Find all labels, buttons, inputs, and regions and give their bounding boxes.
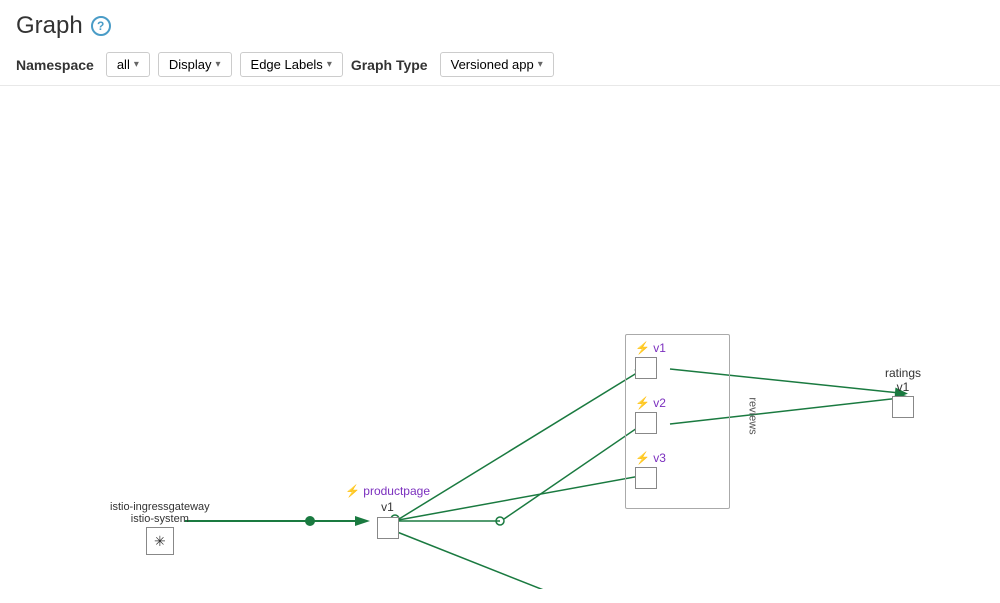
reviews-v3-node[interactable]: ⚡ v3 <box>635 451 666 489</box>
graph-type-label: Graph Type <box>351 57 428 73</box>
ratings-label2: v1 <box>885 380 921 394</box>
display-label: Display <box>169 57 212 72</box>
display-dropdown[interactable]: Display ▾ <box>158 52 232 77</box>
toolbar: Namespace all ▾ Display ▾ Edge Labels ▾ … <box>16 52 984 77</box>
ingress-label2: istio-system <box>110 513 210 525</box>
namespace-value: all <box>117 57 130 72</box>
display-chevron-icon: ▾ <box>216 59 221 70</box>
ingress-node[interactable]: istio-ingressgateway istio-system ✳ <box>110 501 210 555</box>
ratings-node[interactable]: ratings v1 <box>885 366 921 418</box>
help-icon[interactable]: ? <box>91 16 111 36</box>
productpage-label2: v1 <box>381 500 394 514</box>
namespace-label: Namespace <box>16 57 94 73</box>
reviews-v1-node[interactable]: ⚡ v1 <box>635 341 666 379</box>
header: Graph ? Namespace all ▾ Display ▾ Edge L… <box>0 0 1000 86</box>
namespace-chevron-icon: ▾ <box>134 59 139 70</box>
ingress-icon: ✳ <box>154 533 166 550</box>
reviews-v3-box[interactable] <box>635 467 657 489</box>
edge-labels-chevron-icon: ▾ <box>327 59 332 70</box>
reviews-v2-node[interactable]: ⚡ v2 <box>635 396 666 434</box>
namespace-dropdown[interactable]: all ▾ <box>106 52 150 77</box>
ingress-box[interactable]: ✳ <box>146 527 174 555</box>
ingress-label1: istio-ingressgateway <box>110 501 210 513</box>
productpage-node[interactable]: ⚡ productpage v1 <box>345 484 430 539</box>
graph-type-value: Versioned app <box>451 57 534 72</box>
ratings-label1: ratings <box>885 366 921 380</box>
reviews-v1-label: ⚡ v1 <box>635 341 666 355</box>
title-row: Graph ? <box>16 12 984 40</box>
productpage-box[interactable] <box>377 517 399 539</box>
ratings-box[interactable] <box>892 396 914 418</box>
reviews-v3-label: ⚡ v3 <box>635 451 666 465</box>
reviews-v2-box[interactable] <box>635 412 657 434</box>
graph-type-chevron-icon: ▾ <box>538 59 543 70</box>
edge-labels-dropdown[interactable]: Edge Labels ▾ <box>240 52 343 77</box>
page-title: Graph <box>16 12 83 40</box>
reviews-v2-label: ⚡ v2 <box>635 396 666 410</box>
graph-type-dropdown[interactable]: Versioned app ▾ <box>440 52 554 77</box>
edge-labels-label: Edge Labels <box>251 57 323 72</box>
graph-canvas[interactable]: istio-ingressgateway istio-system ✳ ⚡ pr… <box>0 86 1000 589</box>
reviews-group-label: reviews <box>746 397 758 434</box>
reviews-v1-box[interactable] <box>635 357 657 379</box>
productpage-label1: ⚡ productpage <box>345 484 430 498</box>
